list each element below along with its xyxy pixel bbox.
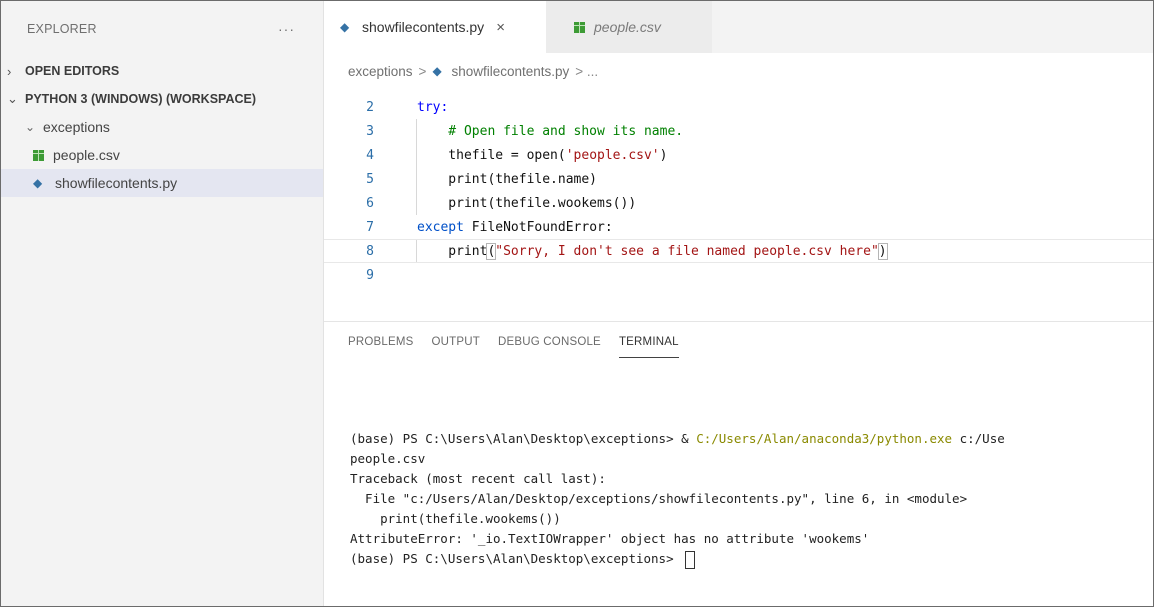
file-label: showfilecontents.py [55, 175, 178, 191]
folder-exceptions[interactable]: ⌄ exceptions [1, 113, 323, 141]
explorer-title: EXPLORER [27, 22, 97, 36]
terminal-line: (base) PS C:\Users\Alan\Desktop\exceptio… [350, 549, 1153, 569]
tab-people-csv[interactable]: people.csv [546, 1, 712, 53]
tab-showfilecontents-py[interactable]: ◆ showfilecontents.py × [324, 1, 546, 53]
file-label: people.csv [53, 147, 120, 163]
code-segment: ) [659, 147, 668, 163]
python-file-icon: ◆ [340, 20, 350, 34]
terminal-cursor [685, 550, 696, 569]
keyword: try: [417, 99, 449, 115]
terminal-output[interactable]: (base) PS C:\Users\Alan\Desktop\exceptio… [350, 429, 1153, 569]
code-line: 9 [324, 263, 1153, 287]
code-text: print(thefile.name) [417, 171, 598, 187]
string-literal: 'people.csv' [565, 147, 660, 163]
tab-label: showfilecontents.py [362, 19, 485, 35]
code-text: thefile = open('people.csv') [417, 148, 667, 163]
terminal-prompt: (base) PS C:\Users\Alan\Desktop\exceptio… [350, 431, 697, 446]
terminal-line: AttributeError: '_io.TextIOWrapper' obje… [350, 531, 870, 546]
code-line: 5 print(thefile.name) [324, 167, 1153, 191]
breadcrumb-file[interactable]: showfilecontents.py [451, 64, 569, 79]
terminal-path: C:/Users/Alan/anaconda3/python.exe [696, 431, 953, 446]
python-file-icon: ◆ [33, 176, 43, 190]
code-line: 4 thefile = open('people.csv') [324, 143, 1153, 167]
code-line: 7 except FileNotFoundError: [324, 215, 1153, 239]
csv-file-icon [33, 149, 44, 161]
editor-area: ◆ showfilecontents.py × people.csv excep… [324, 1, 1153, 606]
chevron-down-icon: ⌄ [7, 91, 18, 106]
code-line: 2 try: [324, 95, 1153, 119]
panel-tabs: PROBLEMS OUTPUT DEBUG CONSOLE TERMINAL [348, 336, 697, 358]
open-editors-label: OPEN EDITORS [25, 64, 120, 78]
code-line: 3 # Open file and show its name. [324, 119, 1153, 143]
code-text: print(thefile.wookems()) [417, 195, 637, 211]
terminal-line: Traceback (most recent call last): [350, 471, 606, 486]
terminal-arg: c:/Use [952, 431, 1005, 446]
terminal-line: print(thefile.wookems()) [350, 511, 561, 526]
breadcrumb-separator: > [418, 63, 427, 79]
python-file-icon: ◆ [432, 64, 442, 78]
line-number: 2 [366, 99, 374, 115]
code-text: except FileNotFoundError: [417, 220, 613, 235]
explorer-header: EXPLORER ··· [1, 1, 323, 57]
current-line: 8 print("Sorry, I don't see a file named… [324, 239, 1153, 263]
explorer-sidebar: EXPLORER ··· › OPEN EDITORS ⌄ PYTHON 3 (… [1, 1, 324, 606]
file-showfilecontents-py[interactable]: ◆ showfilecontents.py [1, 169, 323, 197]
line-number: 5 [366, 171, 374, 187]
line-number: 3 [366, 123, 374, 139]
code-comment: # Open file and show its name. [417, 123, 684, 139]
file-people-csv[interactable]: people.csv [1, 141, 323, 169]
folder-label: exceptions [43, 119, 110, 135]
code-segment: FileNotFoundError: [463, 219, 613, 235]
tab-debug-console[interactable]: DEBUG CONSOLE [498, 336, 601, 358]
code-segment: thefile = open( [417, 147, 566, 163]
chevron-right-icon: › [7, 63, 12, 79]
string-literal: "Sorry, I don't see a file named people.… [495, 243, 879, 259]
close-icon[interactable]: × [496, 19, 505, 36]
breadcrumb-folder[interactable]: exceptions [348, 64, 413, 79]
code-text: try: [417, 100, 448, 115]
line-number: 7 [366, 219, 374, 235]
open-editors-section[interactable]: › OPEN EDITORS [1, 57, 323, 85]
terminal-line: File "c:/Users/Alan/Desktop/exceptions/s… [350, 491, 968, 506]
terminal-prompt: (base) PS C:\Users\Alan\Desktop\exceptio… [350, 551, 682, 566]
bracket-match: ) [877, 242, 888, 260]
tab-label: people.csv [594, 19, 661, 35]
code-text: print("Sorry, I don't see a file named p… [417, 242, 888, 260]
csv-file-icon [574, 21, 585, 33]
terminal-line: (base) PS C:\Users\Alan\Desktop\exceptio… [350, 429, 1153, 449]
workspace-section[interactable]: ⌄ PYTHON 3 (WINDOWS) (WORKSPACE) [1, 85, 323, 113]
chevron-down-icon: ⌄ [25, 120, 36, 134]
line-number: 8 [366, 243, 374, 259]
code-segment: print [417, 243, 488, 259]
vscode-window: EXPLORER ··· › OPEN EDITORS ⌄ PYTHON 3 (… [0, 0, 1154, 607]
keyword: except [417, 219, 464, 235]
tab-output[interactable]: OUTPUT [432, 336, 480, 358]
breadcrumb-more[interactable]: > ... [575, 64, 598, 79]
workspace-label: PYTHON 3 (WINDOWS) (WORKSPACE) [25, 92, 257, 106]
tab-problems[interactable]: PROBLEMS [348, 336, 414, 358]
bottom-panel: PROBLEMS OUTPUT DEBUG CONSOLE TERMINAL (… [324, 321, 1153, 606]
breadcrumb: exceptions > ◆ showfilecontents.py > ... [324, 53, 1153, 89]
editor-tab-bar: ◆ showfilecontents.py × people.csv [324, 1, 1153, 53]
code-line: 6 print(thefile.wookems()) [324, 191, 1153, 215]
line-number: 6 [366, 195, 374, 211]
terminal-line: people.csv [350, 451, 426, 466]
tab-terminal[interactable]: TERMINAL [618, 336, 679, 358]
line-number: 9 [366, 267, 374, 283]
more-actions-icon[interactable]: ··· [278, 21, 295, 37]
line-number: 4 [366, 147, 374, 163]
code-editor[interactable]: 2 try: 3 # Open file and show its name. … [324, 89, 1153, 301]
